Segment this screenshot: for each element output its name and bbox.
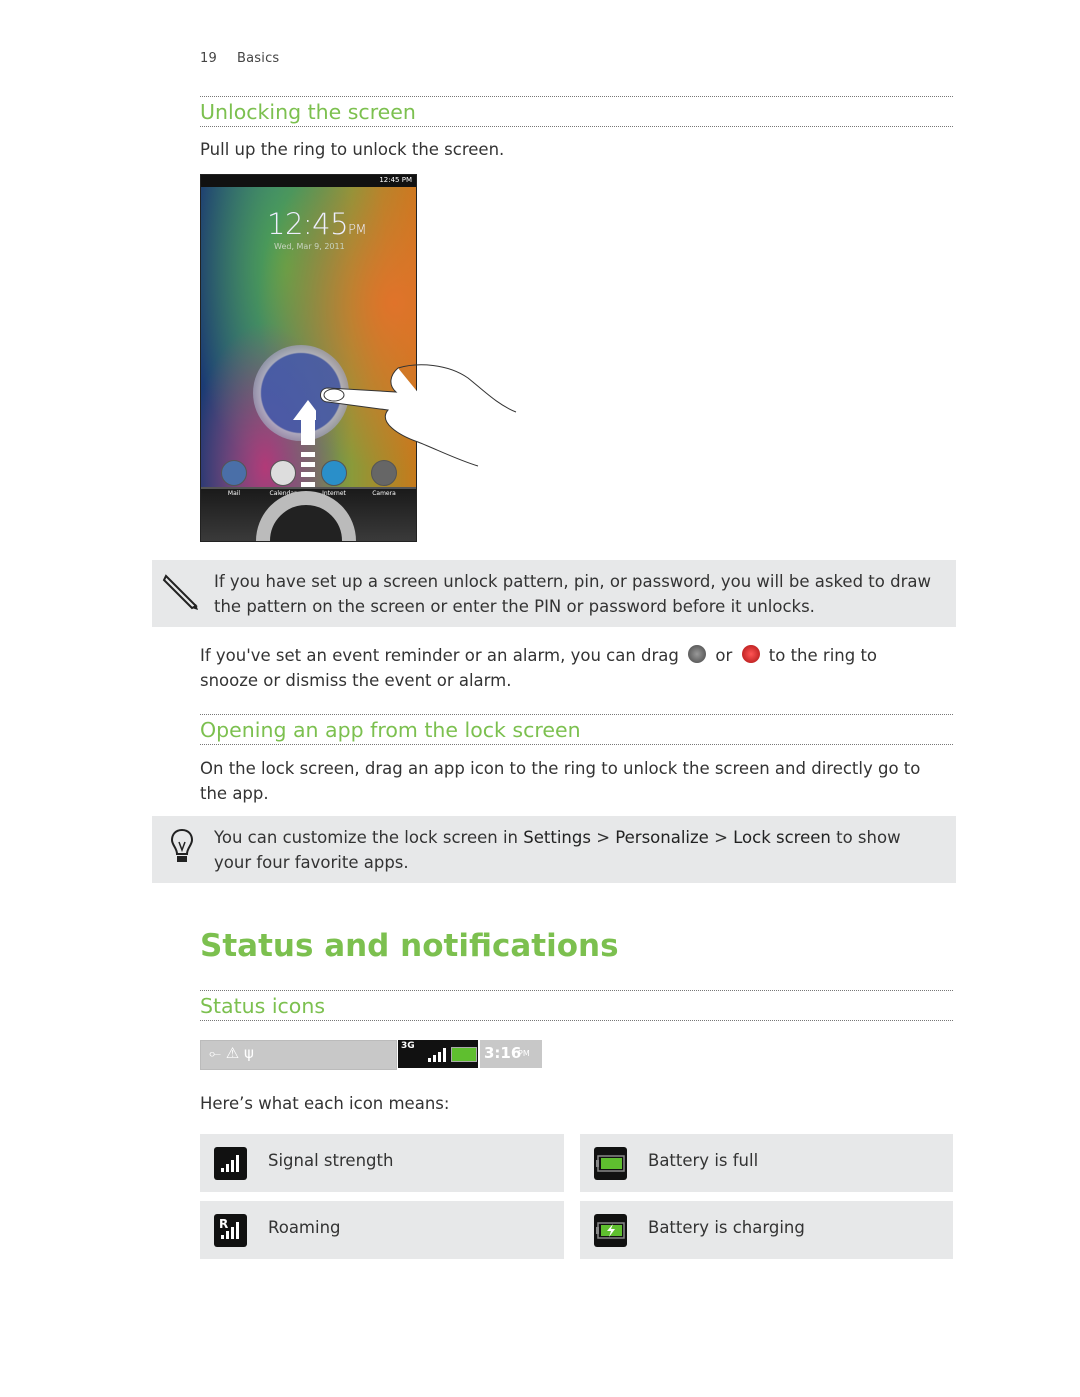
page-number: 19 [200, 51, 217, 66]
app-label: Camera [372, 490, 396, 497]
tip-lockscreen: Lock screen [733, 828, 831, 847]
dismiss-icon [741, 645, 760, 663]
note-callout: If you have set up a screen unlock patte… [152, 560, 956, 627]
lock-date: Wed, Mar 9, 2011 [274, 242, 345, 251]
battery-charging-icon [594, 1214, 627, 1247]
status-bar-sample: ⟜ ⚠ ψ 3G 3:16 PM [200, 1040, 542, 1070]
tip-text: You can customize the lock screen in Set… [214, 825, 954, 875]
tip-prefix: You can customize the lock screen in [214, 828, 518, 847]
mail-icon [221, 460, 247, 486]
svg-text:R: R [219, 1217, 228, 1231]
section-heading-unlocking: Unlocking the screen [200, 96, 953, 127]
battery-icon [451, 1047, 477, 1062]
tip-sep: > [714, 828, 728, 847]
chapter-heading-status: Status and notifications [200, 928, 619, 964]
unlock-intro: Pull up the ring to unlock the screen. [200, 140, 505, 159]
alarm-text-3: snooze or dismiss the event or alarm. [200, 671, 512, 690]
lock-clock: 12:45PM [267, 207, 367, 241]
signal-strength-icon [214, 1147, 247, 1180]
alarm-paragraph: If you've set an event reminder or an al… [200, 643, 960, 693]
legend-intro: Here’s what each icon means: [200, 1094, 450, 1113]
lock-screen-illustration: 12:45 PM 12:45PM Wed, Mar 9, 2011 Mail C… [200, 174, 417, 542]
alarm-text-1: If you've set an event reminder or an al… [200, 646, 679, 665]
notification-area: ⟜ ⚠ ψ [200, 1040, 397, 1070]
snooze-icon [688, 645, 707, 663]
clock-time: 12:45 [267, 207, 349, 241]
battery-full-icon [594, 1147, 627, 1180]
running-header: 19 Basics [200, 51, 279, 66]
alarm-text-2: to the ring to [768, 646, 878, 665]
notification-icons: ⟜ ⚠ ψ [209, 1044, 254, 1062]
tip-suffix: to show [836, 828, 901, 847]
tip-personalize: Personalize [615, 828, 709, 847]
legend-label: Roaming [268, 1218, 341, 1237]
alarm-or: or [715, 646, 733, 665]
opening-app-body: On the lock screen, drag an app icon to … [200, 759, 921, 803]
tip-settings: Settings [523, 828, 591, 847]
app-label: Mail [227, 490, 241, 497]
section-heading-status-icons: Status icons [200, 990, 953, 1021]
legend-label: Battery is full [648, 1151, 759, 1170]
signal-bars-icon [428, 1048, 446, 1062]
status-clock: 3:16 [484, 1044, 522, 1062]
roaming-icon: R [214, 1214, 247, 1247]
legend-label: Battery is charging [648, 1218, 805, 1237]
section-heading-opening-app: Opening an app from the lock screen [200, 714, 953, 745]
app-mail: Mail [214, 460, 254, 497]
network-3g-icon: 3G [401, 1041, 415, 1051]
legend-item-signal: Signal strength [200, 1134, 564, 1192]
status-icons-area: 3G [398, 1040, 478, 1068]
tip-sep: > [596, 828, 611, 847]
pencil-icon [162, 574, 198, 610]
phone-status-bar: 12:45 PM [201, 175, 416, 187]
legend-label: Signal strength [268, 1151, 394, 1170]
status-ampm: PM [518, 1049, 530, 1058]
phone-status-time: 12:45 PM [379, 176, 412, 184]
tip-line2: your four favorite apps. [214, 853, 409, 872]
hand-illustration [320, 364, 517, 467]
tip-callout: You can customize the lock screen in Set… [152, 816, 956, 883]
legend-item-battery-charging: Battery is charging [580, 1201, 953, 1259]
legend-item-battery-full: Battery is full [580, 1134, 953, 1192]
note-text: If you have set up a screen unlock patte… [214, 572, 931, 616]
calendar-icon [270, 460, 296, 486]
lightbulb-icon [170, 828, 194, 862]
status-clock-area: 3:16 PM [480, 1040, 542, 1068]
chapter-name: Basics [237, 51, 280, 66]
legend-item-roaming: R Roaming [200, 1201, 564, 1259]
clock-ampm: PM [348, 223, 367, 238]
